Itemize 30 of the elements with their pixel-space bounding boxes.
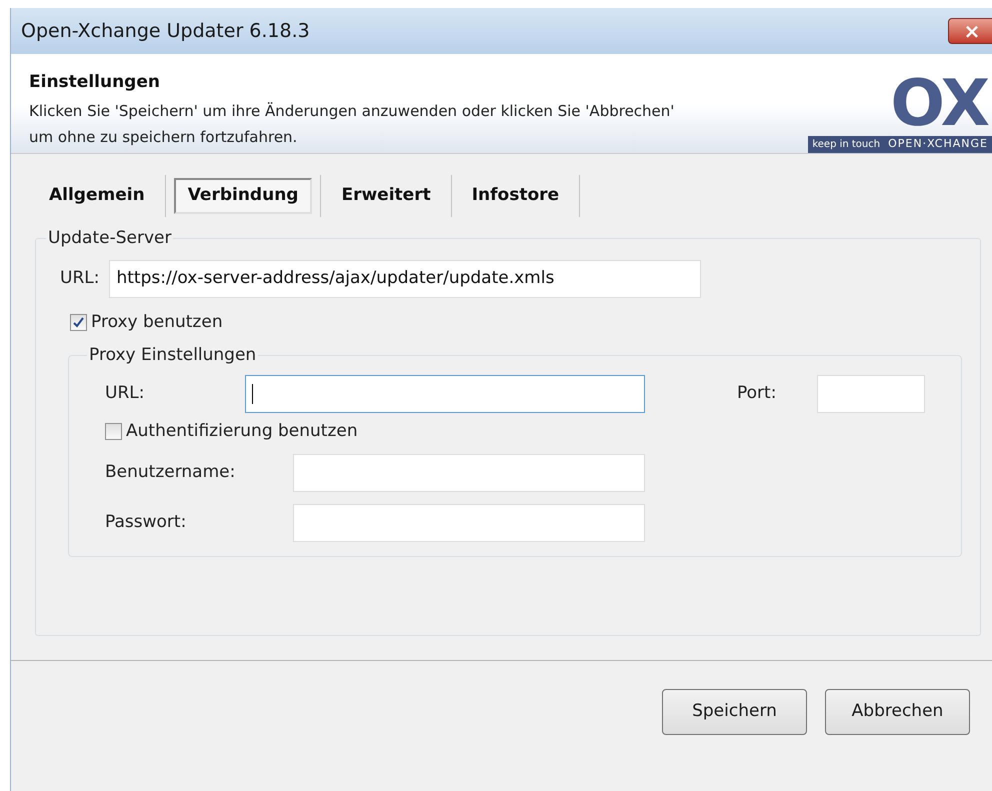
dialog-button[interactable]: Abbrechen — [825, 689, 970, 735]
port-label: Port: — [737, 382, 778, 405]
window-title: Open-Xchange Updater 6.18.3 — [21, 18, 310, 44]
checkbox[interactable] — [105, 422, 122, 440]
username-label: Benutzername: — [105, 461, 236, 484]
username-field[interactable] — [293, 454, 645, 492]
checkbox[interactable] — [70, 314, 87, 331]
password-label: Passwort: — [105, 511, 188, 534]
tab[interactable]: Allgemein — [37, 178, 157, 214]
logo-mark: OX — [890, 74, 990, 134]
tab[interactable]: Infostore — [460, 178, 572, 214]
proxy-url-field[interactable] — [245, 374, 645, 412]
url-field[interactable]: https://ox-server-address/ajax/updater/update.xmls — [109, 260, 702, 298]
port-field[interactable] — [817, 374, 925, 412]
header-description: Klicken Sie 'Speichern' um ihre Änderungen anzuwenden oder klicken Sie 'Abbrechen' um ohne zu speichern fortzufahren. — [29, 100, 676, 148]
checkbox-label: Proxy benutzen — [91, 310, 223, 334]
url-label: URL: — [60, 266, 100, 290]
tab[interactable]: Verbindung — [174, 178, 312, 214]
logo-brand: OPEN·XCHANGE — [888, 136, 988, 152]
url-label: URL: — [105, 382, 146, 405]
tab[interactable]: Erweitert — [329, 178, 443, 214]
group-title: Proxy Einstellungen — [88, 344, 258, 367]
dialog-button[interactable]: Speichern — [662, 689, 807, 735]
group-title: Update-Server — [47, 227, 172, 250]
checkbox-label: Authentifizierung benutzen — [126, 420, 358, 442]
password-field[interactable] — [293, 504, 645, 542]
logo-tagline: keep in touch — [812, 138, 880, 152]
checkmark-icon — [73, 316, 84, 328]
header-title: Einstellungen — [29, 71, 161, 94]
text-cursor — [252, 384, 253, 404]
